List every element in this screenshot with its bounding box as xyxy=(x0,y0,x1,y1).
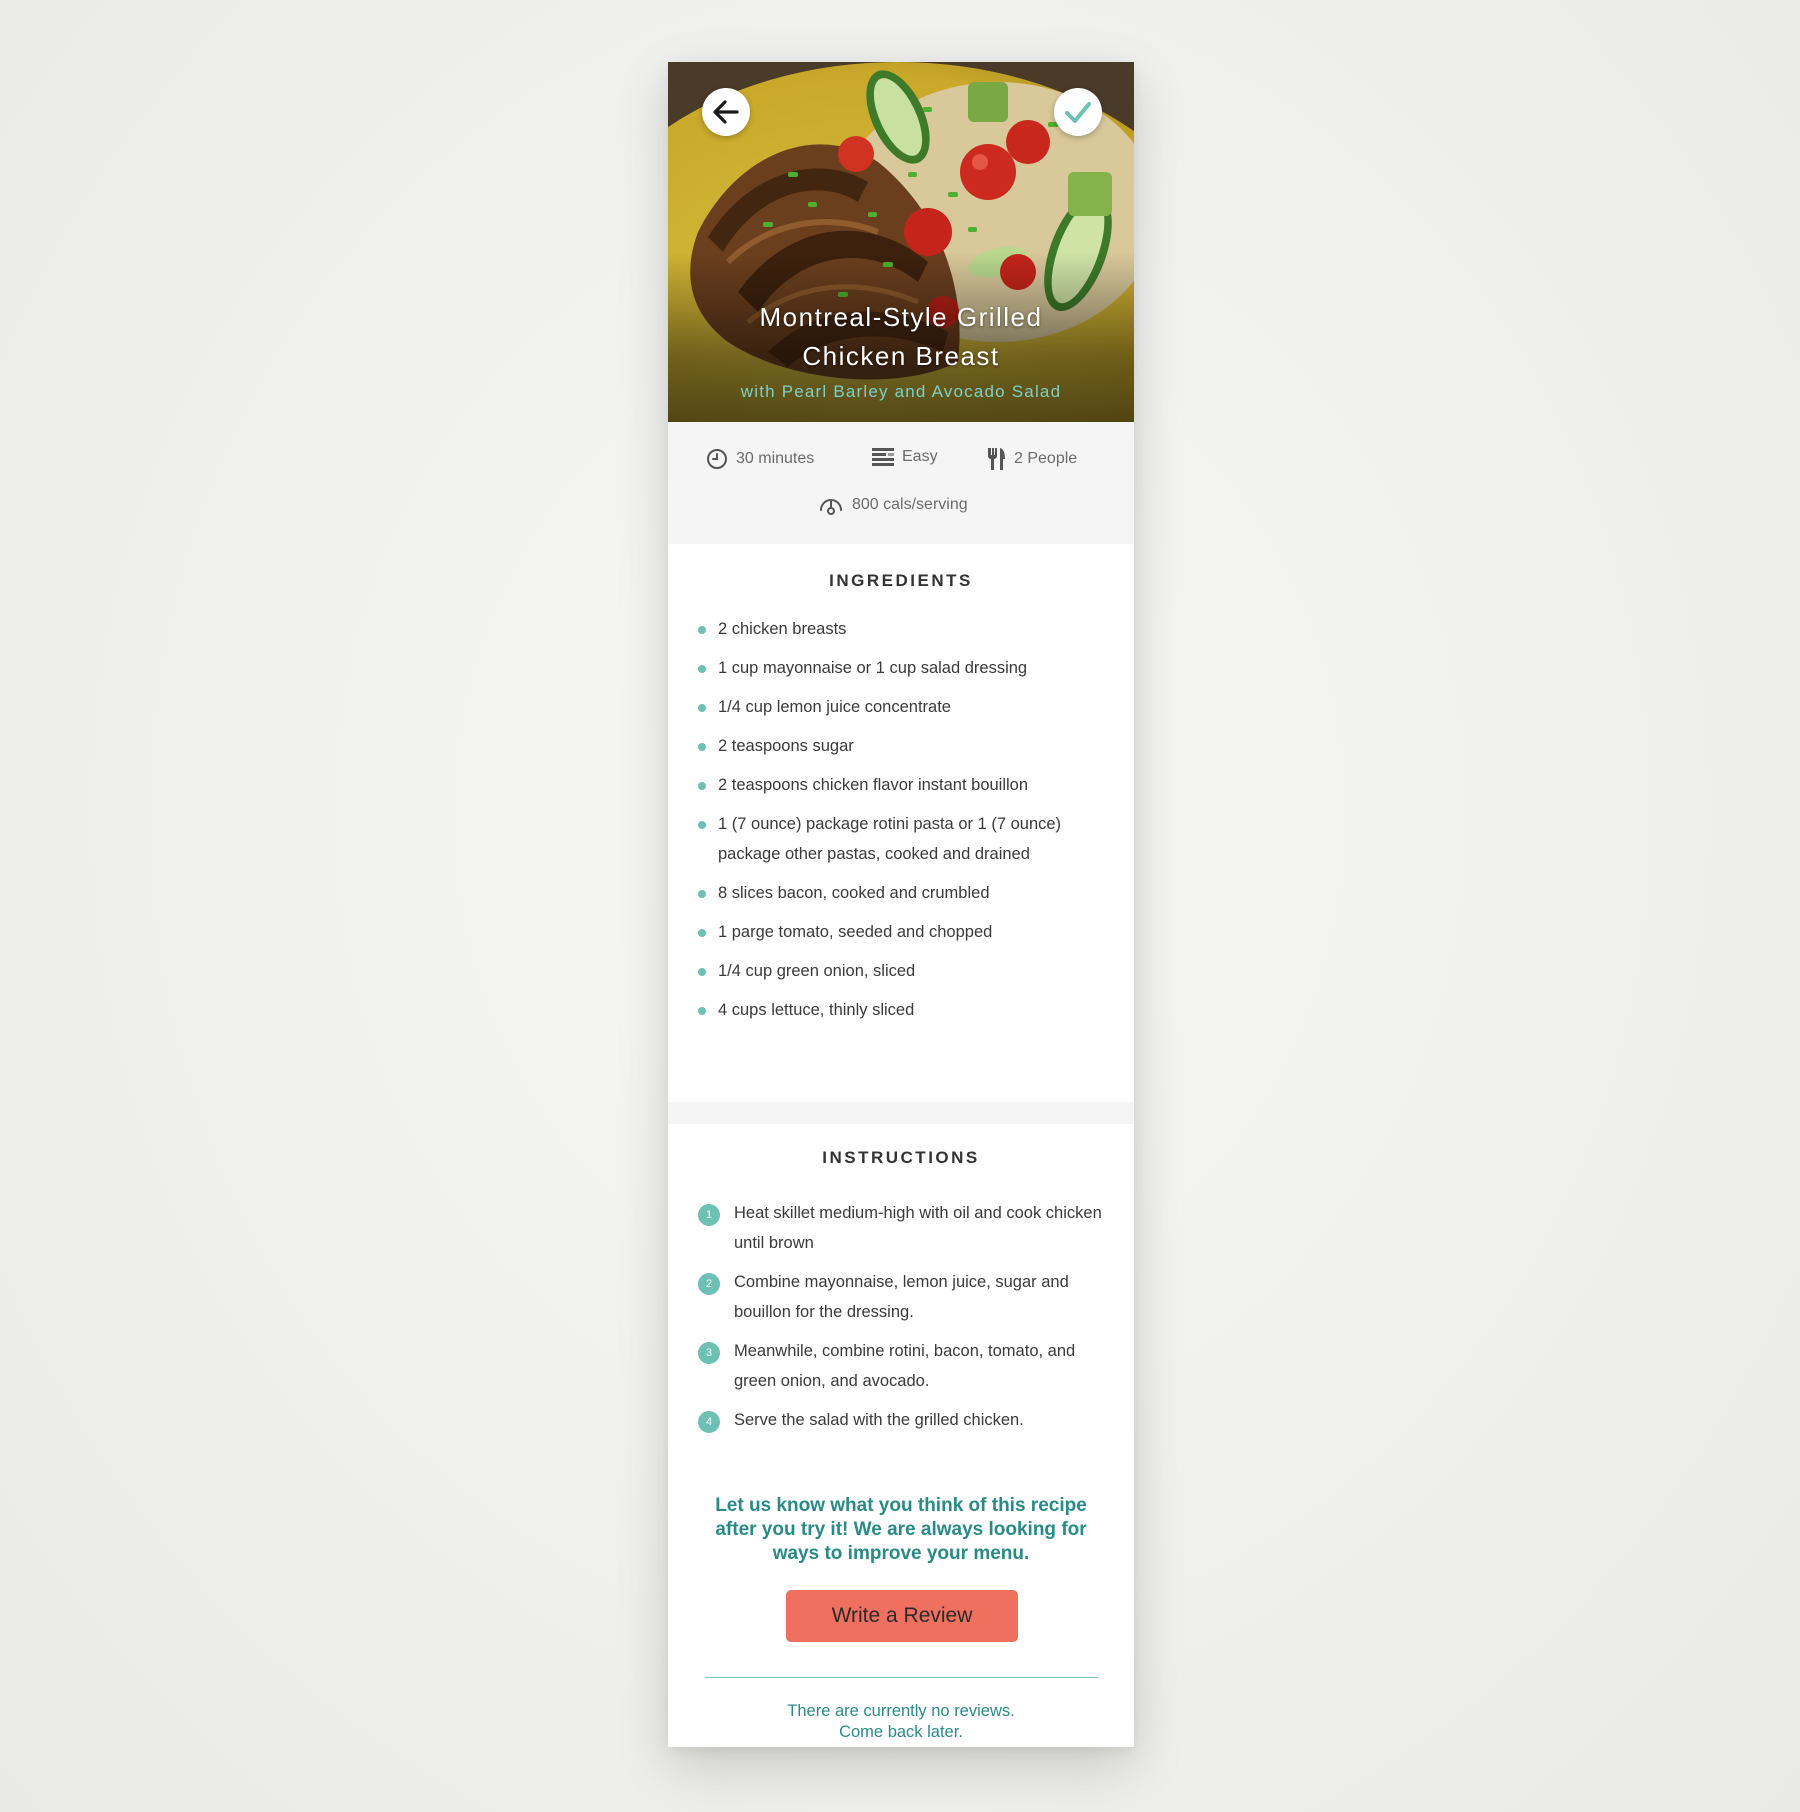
step-number: 1 xyxy=(698,1204,720,1226)
bullet-dot xyxy=(698,968,706,976)
step-text: Meanwhile, combine rotini, bacon, tomato… xyxy=(734,1342,1076,1390)
bullet-dot xyxy=(698,890,706,898)
stat-calories-label: 800 cals/serving xyxy=(852,496,968,513)
bullet-dot xyxy=(698,665,706,673)
recipe-stats: 30 minutes Easy 2 People 800 cals/servin… xyxy=(668,422,1134,544)
step-text: Serve the salad with the grilled chicken… xyxy=(734,1411,1024,1429)
list-item: 1 Heat skillet medium-high with oil and c… xyxy=(698,1198,1104,1258)
recipe-title: Montreal-Style Grilled Chicken Breast xyxy=(688,298,1114,376)
instructions-section: INSTRUCTIONS 1 Heat skillet medium-high w… xyxy=(668,1124,1134,1459)
bullet-dot xyxy=(698,626,706,634)
review-prompt: Let us know what you think of this recip… xyxy=(715,1495,1087,1564)
clock-icon xyxy=(707,449,727,469)
fork-knife-icon xyxy=(988,448,1005,470)
ingredients-section: INGREDIENTS 2 chicken breasts 1 cup mayo… xyxy=(668,544,1134,1102)
recipe-subtitle: with Pearl Barley and Avocado Salad xyxy=(740,382,1062,401)
back-button[interactable] xyxy=(702,88,750,136)
list-item: 2 teaspoons sugar xyxy=(698,731,1104,761)
stat-difficulty: Easy xyxy=(872,448,938,466)
stat-difficulty-label: Easy xyxy=(902,448,938,465)
step-number: 4 xyxy=(698,1411,720,1433)
section-divider xyxy=(668,1102,1134,1124)
ingredients-heading: INGREDIENTS xyxy=(829,571,973,590)
ingredient-text: 1/4 cup lemon juice concentrate xyxy=(718,698,951,716)
empty-reviews-line2: Come back later. xyxy=(839,1723,963,1741)
list-item: 1 (7 ounce) package rotini pasta or 1 (7… xyxy=(698,809,1104,869)
ingredient-text: 1 (7 ounce) package rotini pasta or 1 (7… xyxy=(718,815,1062,863)
stat-time: 30 minutes xyxy=(706,448,814,470)
list-item: 8 slices bacon, cooked and crumbled xyxy=(698,878,1104,908)
ingredient-text: 2 chicken breasts xyxy=(718,620,847,638)
ingredient-text: 1/4 cup green onion, sliced xyxy=(718,962,916,980)
list-item: 1 parge tomato, seeded and chopped xyxy=(698,917,1104,947)
bullet-dot xyxy=(698,782,706,790)
divider xyxy=(705,1677,1098,1678)
step-text: Combine mayonnaise, lemon juice, sugar a… xyxy=(734,1273,1069,1321)
list-item: 1 cup mayonnaise or 1 cup salad dressing xyxy=(698,653,1104,683)
checkmark-icon xyxy=(1065,102,1091,123)
bullet-dot xyxy=(698,743,706,751)
bullet-dot xyxy=(698,1007,706,1015)
stat-servings: 2 People xyxy=(986,448,1077,470)
mark-cooked-button[interactable] xyxy=(1054,88,1102,136)
review-section: Let us know what you think of this recip… xyxy=(668,1458,1134,1747)
step-text: Heat skillet medium-high with oil and co… xyxy=(734,1204,1102,1252)
bullet-dot xyxy=(698,929,706,937)
ingredient-text: 2 teaspoons sugar xyxy=(718,737,854,755)
ingredient-text: 1 cup mayonnaise or 1 cup salad dressing xyxy=(718,659,1028,677)
hero-image: Montreal-Style Grilled Chicken Breast wi… xyxy=(668,62,1134,422)
step-number: 2 xyxy=(698,1273,720,1295)
ingredients-list: 2 chicken breasts 1 cup mayonnaise or 1 … xyxy=(698,614,1104,1034)
stat-servings-label: 2 People xyxy=(1014,450,1078,467)
ingredient-text: 4 cups lettuce, thinly sliced xyxy=(718,1001,915,1019)
stat-time-label: 30 minutes xyxy=(736,450,815,467)
recipe-title-line1: Montreal-Style Grilled xyxy=(759,302,1043,332)
list-item: 2 Combine mayonnaise, lemon juice, sugar … xyxy=(698,1267,1104,1327)
empty-reviews-line1: There are currently no reviews. xyxy=(787,1702,1015,1720)
list-item: 4 cups lettuce, thinly sliced xyxy=(698,995,1104,1025)
step-number: 3 xyxy=(698,1342,720,1364)
ingredient-text: 2 teaspoons chicken flavor instant bouil… xyxy=(718,776,1029,794)
stat-calories: 800 cals/serving xyxy=(818,494,968,516)
ingredient-text: 1 parge tomato, seeded and chopped xyxy=(718,923,993,941)
recipe-title-line2: Chicken Breast xyxy=(802,341,1000,371)
gauge-icon xyxy=(820,499,842,515)
arrow-left-icon xyxy=(713,100,739,124)
instructions-heading: INSTRUCTIONS xyxy=(822,1148,980,1167)
recipe-screen: Montreal-Style Grilled Chicken Breast wi… xyxy=(668,62,1134,1747)
list-item: 2 teaspoons chicken flavor instant bouil… xyxy=(698,770,1104,800)
write-review-button[interactable]: Write a Review xyxy=(786,1590,1018,1642)
list-item: 4 Serve the salad with the grilled chicke… xyxy=(698,1405,1104,1435)
ingredient-text: 8 slices bacon, cooked and crumbled xyxy=(718,884,990,902)
list-item: 3 Meanwhile, combine rotini, bacon, tomat… xyxy=(698,1336,1104,1396)
list-item: 2 chicken breasts xyxy=(698,614,1104,644)
list-item: 1/4 cup green onion, sliced xyxy=(698,956,1104,986)
bullet-dot xyxy=(698,821,706,829)
difficulty-bars-icon xyxy=(872,448,894,466)
instructions-list: 1 Heat skillet medium-high with oil and c… xyxy=(698,1198,1104,1444)
bullet-dot xyxy=(698,704,706,712)
list-item: 1/4 cup lemon juice concentrate xyxy=(698,692,1104,722)
empty-reviews-message: There are currently no reviews. Come bac… xyxy=(708,1701,1094,1743)
